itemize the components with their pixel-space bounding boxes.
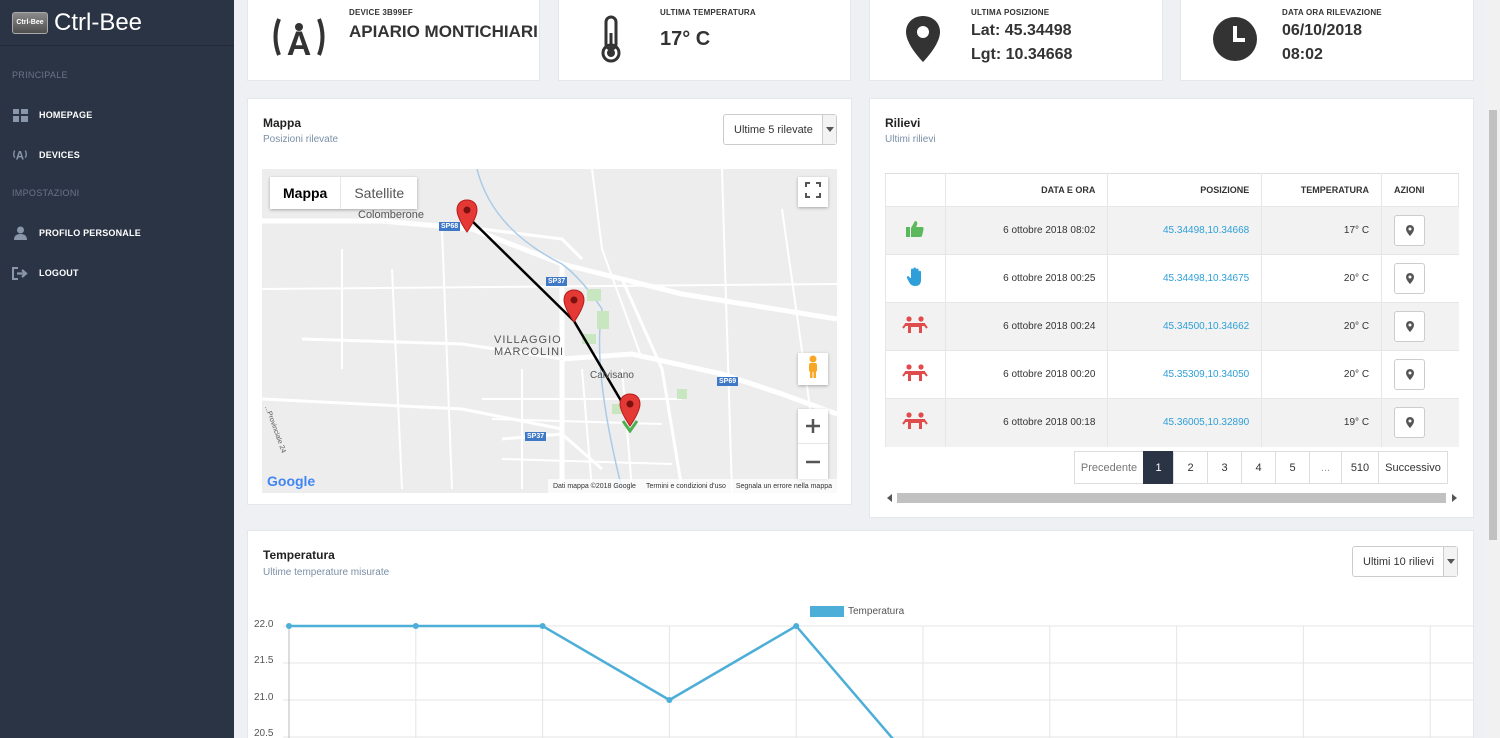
page-vertical-scrollbar[interactable] [1486, 0, 1500, 738]
data-point [666, 697, 673, 703]
data-point [793, 623, 800, 629]
series-line-temperatura [289, 624, 894, 738]
data-point [286, 623, 292, 629]
temperature-chart [283, 623, 1473, 738]
data-point [539, 623, 546, 629]
data-point [412, 623, 419, 629]
scrollbar-thumb[interactable] [1489, 110, 1497, 540]
